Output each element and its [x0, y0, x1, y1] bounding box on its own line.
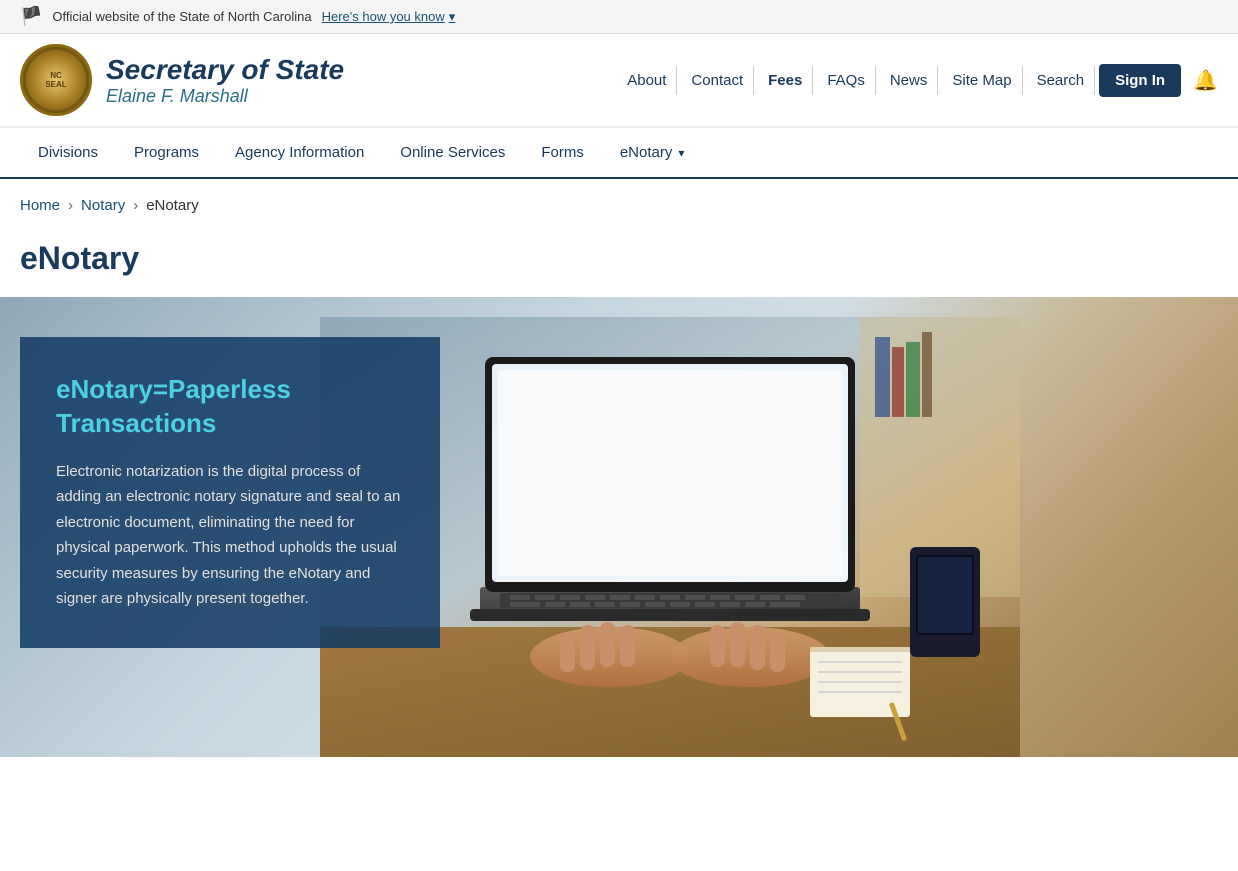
nc-seal: NCSEAL — [20, 44, 92, 116]
breadcrumb-separator-2: › — [133, 197, 138, 214]
nav-news[interactable]: News — [880, 66, 939, 95]
breadcrumb-separator-1: › — [68, 197, 73, 214]
nav-faqs[interactable]: FAQs — [817, 66, 876, 95]
breadcrumb: Home › Notary › eNotary — [0, 179, 1238, 232]
nav-online-services[interactable]: Online Services — [382, 128, 523, 177]
header-left: NCSEAL Secretary of State Elaine F. Mars… — [20, 44, 344, 116]
nav-site-map[interactable]: Site Map — [942, 66, 1022, 95]
hero-overlay-text: Electronic notarization is the digital p… — [56, 459, 404, 612]
breadcrumb-current: eNotary — [146, 197, 199, 214]
hero-section: eNotary=Paperless Transactions Electroni… — [0, 297, 1238, 757]
nav-fees[interactable]: Fees — [758, 66, 813, 95]
org-title-main: Secretary of State — [106, 54, 344, 86]
nav-agency-information[interactable]: Agency Information — [217, 128, 382, 177]
sign-in-button[interactable]: Sign In — [1099, 64, 1181, 97]
header: NCSEAL Secretary of State Elaine F. Mars… — [0, 34, 1238, 128]
official-banner: 🏴 Official website of the State of North… — [0, 0, 1238, 34]
enotary-dropdown-arrow-icon: ▾ — [678, 146, 684, 160]
hero-overlay-box: eNotary=Paperless Transactions Electroni… — [20, 337, 440, 648]
org-title-sub: Elaine F. Marshall — [106, 86, 344, 107]
nav-contact[interactable]: Contact — [681, 66, 754, 95]
header-nav: About Contact Fees FAQs News Site Map Se… — [617, 64, 1218, 97]
how-you-know-link[interactable]: Here's how you know ▾ — [322, 9, 456, 25]
nav-about[interactable]: About — [617, 66, 677, 95]
hero-overlay-title: eNotary=Paperless Transactions — [56, 373, 404, 441]
page-title: eNotary — [0, 232, 1238, 297]
notification-bell-icon[interactable]: 🔔 — [1193, 68, 1218, 93]
main-navigation: Divisions Programs Agency Information On… — [0, 128, 1238, 179]
breadcrumb-notary[interactable]: Notary — [81, 197, 125, 214]
nav-forms[interactable]: Forms — [523, 128, 602, 177]
nav-search[interactable]: Search — [1027, 66, 1096, 95]
breadcrumb-home[interactable]: Home — [20, 197, 60, 214]
nav-divisions[interactable]: Divisions — [20, 128, 116, 177]
flag-icon: 🏴 — [20, 6, 42, 27]
nav-enotary[interactable]: eNotary ▾ — [602, 128, 703, 177]
org-title: Secretary of State Elaine F. Marshall — [106, 54, 344, 107]
nav-programs[interactable]: Programs — [116, 128, 217, 177]
banner-text: Official website of the State of North C… — [52, 9, 311, 24]
